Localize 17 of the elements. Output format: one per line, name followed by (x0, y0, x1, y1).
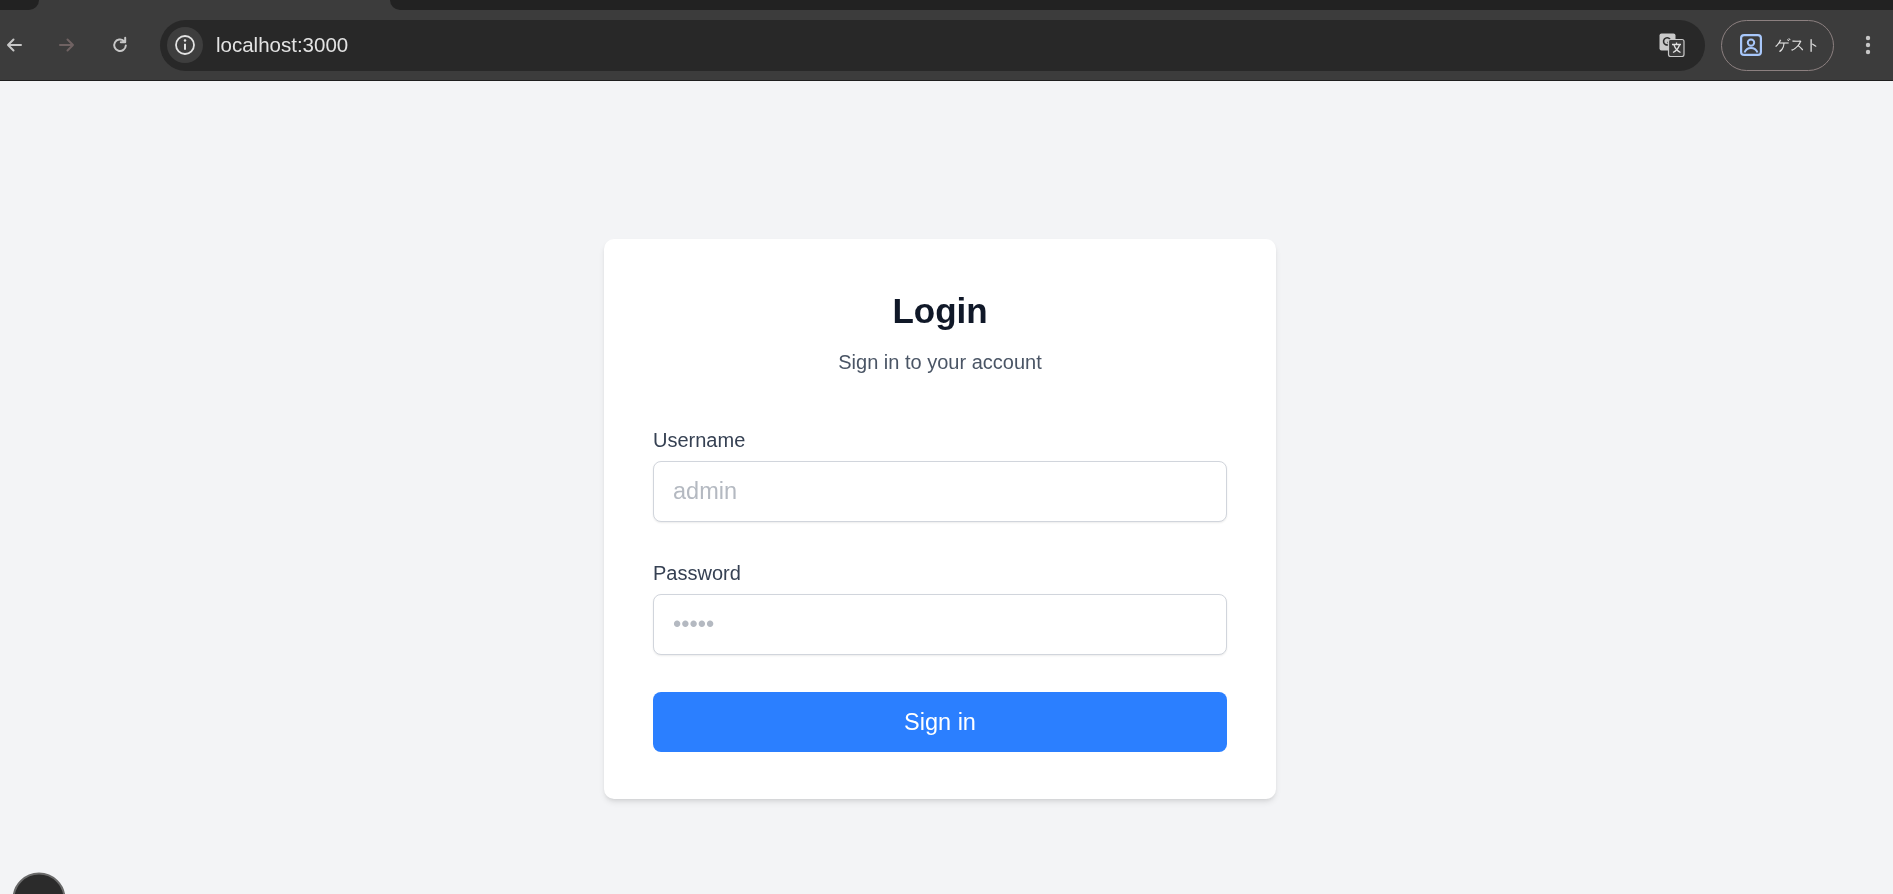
profile-button[interactable]: ゲスト (1721, 19, 1834, 71)
field-label: Username (653, 428, 746, 453)
person-icon (1740, 34, 1762, 56)
more-menu-icon[interactable] (1865, 35, 1871, 55)
input-field[interactable]: admin (653, 461, 1227, 522)
round-floating-button[interactable] (12, 872, 66, 894)
input-field[interactable]: ••••• (653, 594, 1227, 655)
sign-in-button[interactable]: Sign in (653, 692, 1227, 752)
info-icon[interactable] (167, 27, 203, 63)
login-title: Login (892, 290, 988, 332)
login-subtitle: Sign in to your account (838, 350, 1042, 375)
back-arrow-icon[interactable] (4, 35, 24, 55)
url-text: localhost:3000 (216, 33, 349, 57)
field-label: Password (653, 561, 741, 586)
address-bar[interactable]: localhost:3000 (160, 19, 1705, 71)
reload-icon[interactable] (110, 35, 130, 55)
translate-icon[interactable] (1659, 33, 1685, 57)
